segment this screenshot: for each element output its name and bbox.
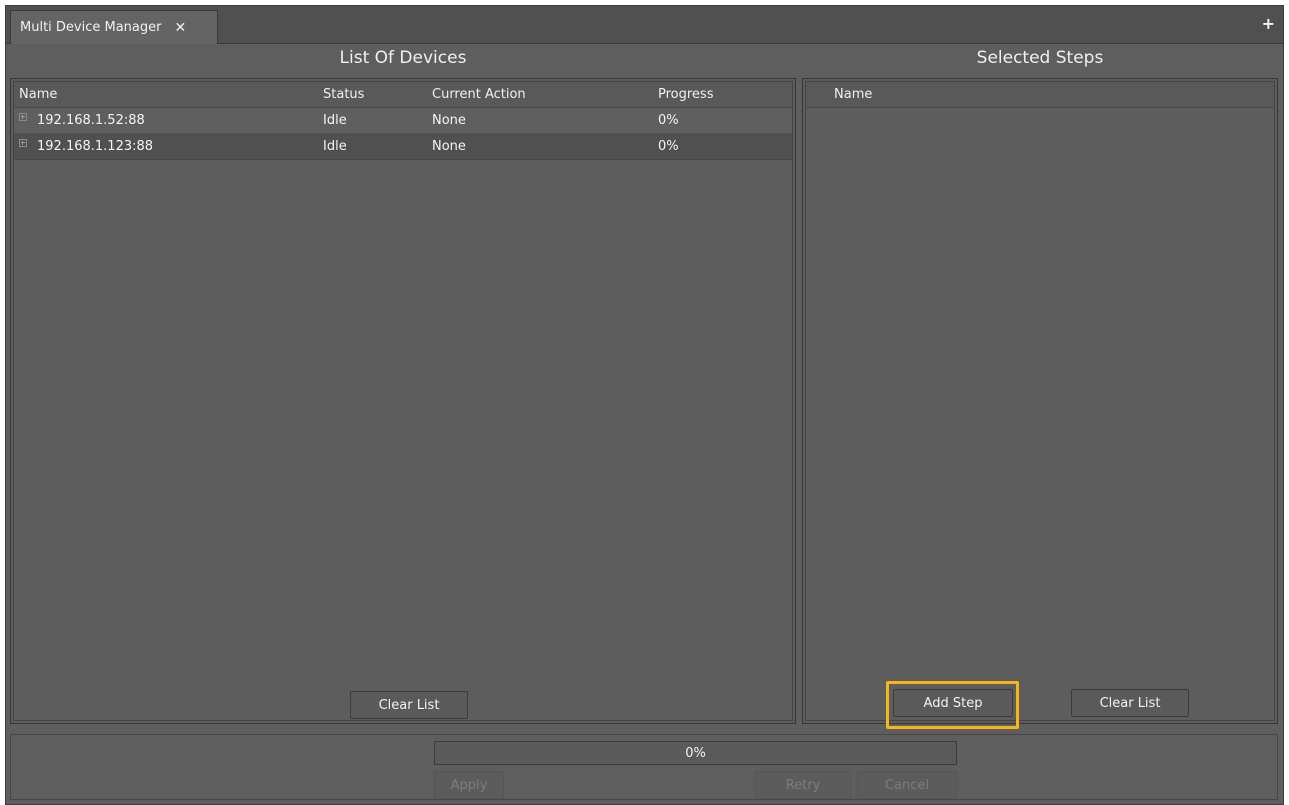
device-name: 192.168.1.123:88 (37, 139, 154, 154)
device-name: 192.168.1.52:88 (37, 113, 145, 128)
steps-table-header: Name (806, 82, 1274, 108)
expand-icon[interactable] (19, 139, 27, 147)
column-status[interactable]: Status (323, 87, 364, 102)
tab-multi-device-manager[interactable]: Multi Device Manager ✕ (10, 10, 218, 44)
device-action: None (432, 113, 466, 128)
apply-button[interactable]: Apply (434, 771, 504, 799)
steps-title: Selected Steps (976, 48, 1104, 68)
table-row[interactable]: 192.168.1.123:88 Idle None 0% (14, 134, 792, 160)
table-row[interactable]: 192.168.1.52:88 Idle None 0% (14, 108, 792, 134)
column-name[interactable]: Name (834, 87, 872, 102)
device-progress: 0% (658, 139, 679, 154)
cancel-button[interactable]: Cancel (857, 771, 957, 799)
progress-text: 0% (685, 745, 706, 761)
device-action: None (432, 139, 466, 154)
tab-title: Multi Device Manager (20, 20, 162, 35)
progress-bar: 0% (434, 741, 957, 765)
tab-bar: Multi Device Manager ✕ + (6, 6, 1283, 44)
device-status: Idle (323, 139, 347, 154)
steps-table: Name (805, 81, 1275, 721)
device-status: Idle (323, 113, 347, 128)
close-icon[interactable]: ✕ (174, 20, 186, 36)
devices-table-header: Name Status Current Action Progress (14, 82, 792, 108)
steps-clear-list-button[interactable]: Clear List (1071, 689, 1189, 717)
retry-button[interactable]: Retry (755, 771, 851, 799)
add-step-button[interactable]: Add Step (893, 689, 1013, 717)
multi-device-manager-window: Multi Device Manager ✕ + List Of Devices… (5, 5, 1284, 805)
column-progress[interactable]: Progress (658, 87, 713, 102)
devices-title: List Of Devices (339, 48, 467, 68)
devices-clear-list-button[interactable]: Clear List (350, 691, 468, 719)
column-name[interactable]: Name (19, 87, 57, 102)
action-footer: 0% Apply Retry Cancel (10, 734, 1278, 800)
column-current-action[interactable]: Current Action (432, 87, 526, 102)
device-progress: 0% (658, 113, 679, 128)
devices-table: Name Status Current Action Progress 192.… (13, 81, 793, 721)
expand-icon[interactable] (19, 113, 27, 121)
devices-panel: Name Status Current Action Progress 192.… (10, 78, 796, 724)
steps-panel: Name Add Step Clear List (802, 78, 1278, 729)
plus-icon[interactable]: + (1262, 14, 1275, 33)
